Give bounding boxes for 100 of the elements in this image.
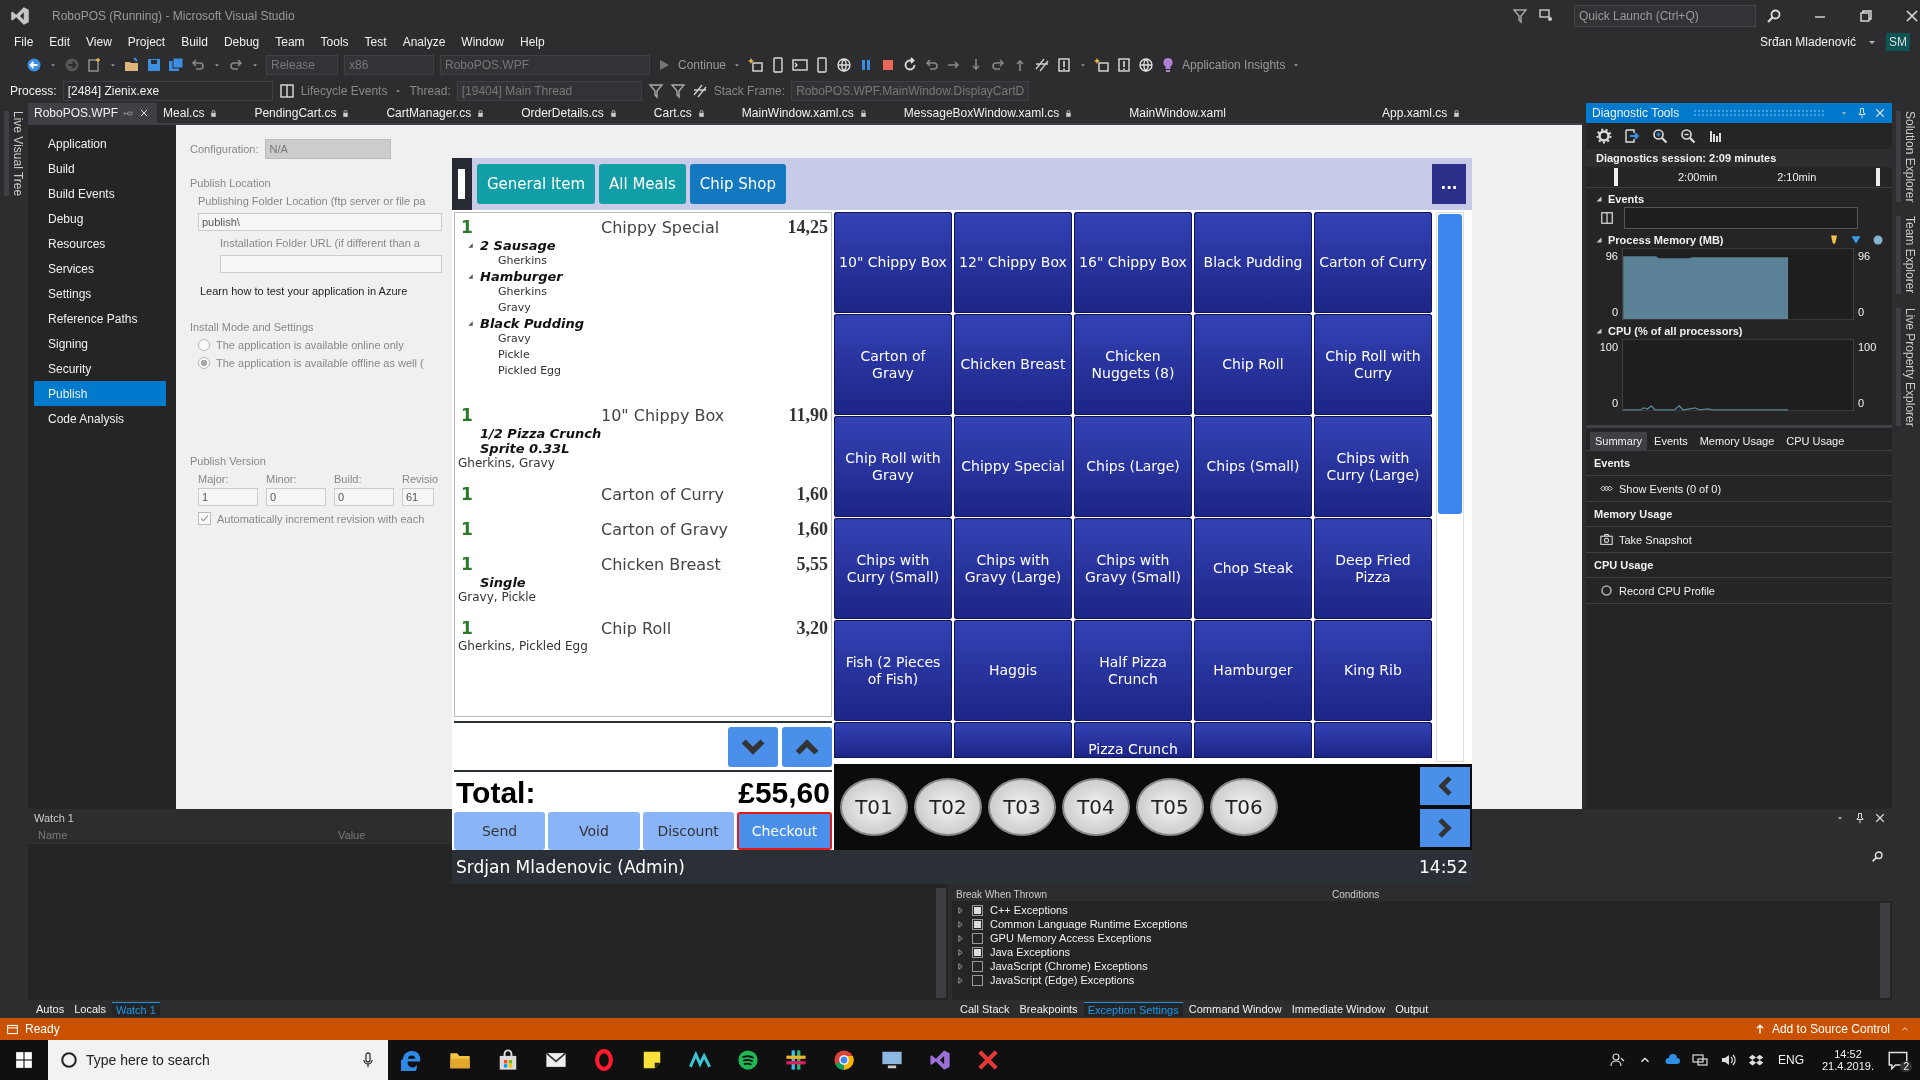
product-button[interactable]: Chips (Small)	[1194, 416, 1312, 517]
nav-item[interactable]: Publish	[34, 381, 166, 406]
product-button[interactable]: Carton of Curry	[1314, 212, 1432, 313]
side-tab[interactable]: Team Explorer	[1895, 216, 1917, 294]
document-tab[interactable]: CartManager.cs	[380, 103, 516, 123]
menu-item[interactable]: Team	[267, 35, 313, 49]
product-button[interactable]: Chicken Breast	[954, 314, 1072, 415]
input-field[interactable]: 0	[334, 488, 394, 506]
menu-item[interactable]: Window	[453, 35, 512, 49]
document-tab[interactable]: MainWindow.xaml	[1123, 103, 1376, 123]
table-button[interactable]: T06	[1210, 778, 1278, 836]
tab[interactable]: Events	[1649, 432, 1693, 450]
tab[interactable]: Locals	[70, 1002, 110, 1016]
nav-item[interactable]: Application	[34, 131, 176, 156]
document-tab[interactable]: RoboPOS.WPF	[28, 103, 158, 123]
nav-item[interactable]: Services	[34, 256, 176, 281]
product-button[interactable]: Chippy Special	[954, 416, 1072, 517]
summary-action[interactable]: Take Snapshot	[1619, 533, 1692, 546]
nav-item[interactable]: Signing	[34, 331, 176, 356]
document-tab[interactable]: MainWindow.xaml.cs	[735, 103, 898, 123]
nav-item[interactable]: Debug	[34, 206, 176, 231]
menu-item[interactable]: View	[78, 35, 120, 49]
product-button[interactable]: Chips with Gravy (Small)	[1074, 518, 1192, 619]
product-button[interactable]: King Rib	[1314, 620, 1432, 721]
menu-item[interactable]: Debug	[215, 35, 268, 49]
document-tab[interactable]: OrderDetails.cs	[515, 103, 648, 123]
product-button[interactable]: Carton of Gravy	[834, 314, 952, 415]
product-button[interactable]: Chip Roll	[1194, 314, 1312, 415]
nav-item[interactable]: Build Events	[34, 181, 176, 206]
menu-item[interactable]: Tools	[312, 35, 357, 49]
search-field[interactable]: Type here to search	[48, 1040, 388, 1080]
continue-button[interactable]: Continue	[678, 58, 727, 72]
product-button[interactable]: 12" Chippy Box	[954, 212, 1072, 313]
nav-item[interactable]: Security	[34, 356, 176, 381]
tab[interactable]: CPU Usage	[1781, 432, 1850, 450]
tab[interactable]: Exception Settings	[1083, 1001, 1183, 1017]
table-button[interactable]: T03	[988, 778, 1056, 836]
product-button[interactable]: Deep Fried Pizza	[1314, 518, 1432, 619]
action-button[interactable]: Send	[454, 812, 546, 850]
tab[interactable]: Watch 1	[111, 1001, 160, 1017]
lifecycle-events-button[interactable]: Lifecycle Events	[300, 83, 388, 98]
nav-item[interactable]: Code Analysis	[34, 406, 176, 431]
input-field[interactable]: 0	[266, 488, 326, 506]
table-button[interactable]: T05	[1136, 778, 1204, 836]
product-button[interactable]: 16" Chippy Box	[1074, 212, 1192, 313]
menu-item[interactable]: Edit	[41, 35, 79, 49]
product-button[interactable]: Chip Roll with Curry	[1314, 314, 1432, 415]
account-initials[interactable]: SM	[1886, 33, 1910, 51]
tab[interactable]: Call Stack	[956, 1002, 1014, 1016]
document-tab[interactable]: MessageBoxWindow.xaml.cs	[897, 103, 1124, 123]
menu-item[interactable]: Test	[356, 35, 395, 49]
tab[interactable]: Breakpoints	[1015, 1002, 1082, 1016]
quick-launch-field[interactable]: Quick Launch (Ctrl+Q)	[1574, 5, 1756, 27]
summary-action[interactable]: Show Events (0 of 0)	[1619, 482, 1722, 495]
nav-item[interactable]: Resources	[34, 231, 176, 256]
clock-time[interactable]: 14:52	[1834, 1048, 1862, 1060]
clock-date[interactable]: 21.4.2019.	[1822, 1060, 1874, 1072]
product-button[interactable]: Chips with Curry (Small)	[834, 518, 952, 619]
table-button[interactable]: T02	[914, 778, 982, 836]
product-button[interactable]: Chips with Curry (Large)	[1314, 416, 1432, 517]
product-button[interactable]: 10" Chippy Box	[834, 212, 952, 313]
menu-item[interactable]: Help	[512, 35, 553, 49]
product-button[interactable]: Chicken Nuggets (8)	[1074, 314, 1192, 415]
language-indicator[interactable]: ENG	[1778, 1053, 1804, 1067]
product-button[interactable]: Fish (2 Pieces of Fish)	[834, 620, 952, 721]
tab[interactable]: Command Window	[1184, 1002, 1286, 1016]
tab[interactable]: Immediate Window	[1287, 1002, 1390, 1016]
product-button[interactable]: Chips with Gravy (Large)	[954, 518, 1072, 619]
side-tab[interactable]: Live Property Explorer	[1895, 307, 1917, 427]
product-button[interactable]: Half Pizza Crunch	[1074, 620, 1192, 721]
account-name[interactable]: Srđan Mladenović	[1751, 35, 1864, 49]
product-button[interactable]: Chip Roll with Gravy	[834, 416, 952, 517]
application-insights-button[interactable]: Application Insights	[1182, 58, 1286, 72]
document-tab[interactable]: PendingCart.cs	[248, 103, 381, 123]
table-button[interactable]: T04	[1062, 778, 1130, 836]
azure-link[interactable]: Learn how to test your application in Azure	[200, 285, 408, 297]
input-field[interactable]: publish\	[198, 213, 442, 231]
process-dropdown[interactable]: [2484] Zienix.exe	[62, 80, 273, 101]
product-button[interactable]: Black Pudding	[1194, 212, 1312, 313]
category-tab[interactable]: Chip Shop	[689, 164, 786, 204]
menu-item[interactable]: Analyze	[394, 35, 454, 49]
summary-action[interactable]: Record CPU Profile	[1619, 584, 1715, 597]
product-button[interactable]: Pizza Crunch	[1074, 722, 1192, 758]
document-tab[interactable]: Meal.cs	[157, 103, 249, 123]
nav-item[interactable]: Settings	[34, 281, 176, 306]
table-button[interactable]: T01	[840, 778, 908, 836]
tab[interactable]: Memory Usage	[1694, 432, 1780, 450]
tab[interactable]: Output	[1391, 1002, 1433, 1016]
tab[interactable]: Autos	[32, 1002, 69, 1016]
more-button[interactable]: ...	[1432, 164, 1466, 204]
nav-item[interactable]: Build	[34, 156, 176, 181]
tab[interactable]: Summary	[1590, 432, 1648, 450]
side-tab[interactable]: Solution Explorer	[1895, 111, 1917, 203]
action-button[interactable]: Discount	[642, 812, 734, 850]
document-tab[interactable]: Cart.cs	[647, 103, 736, 123]
action-button[interactable]: Void	[548, 812, 640, 850]
product-button[interactable]: Haggis	[954, 620, 1072, 721]
nav-item[interactable]: Reference Paths	[34, 306, 176, 331]
menu-item[interactable]: Project	[119, 35, 174, 49]
product-button[interactable]: Chips (Large)	[1074, 416, 1192, 517]
